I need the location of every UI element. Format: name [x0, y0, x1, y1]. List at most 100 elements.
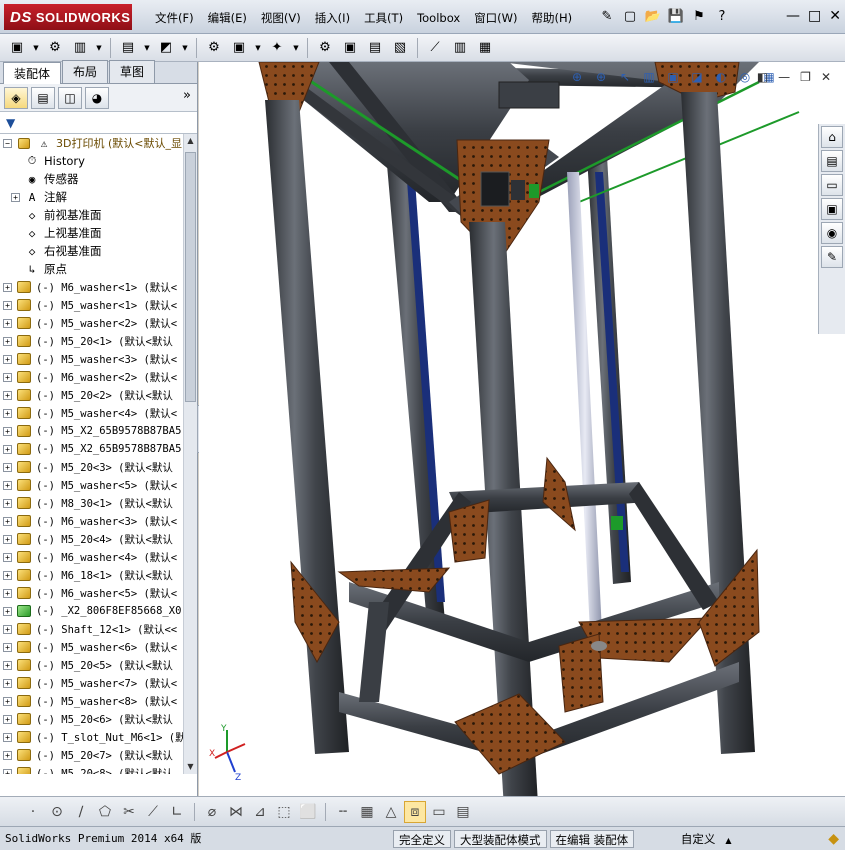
- tree-item-component[interactable]: + (-) M5_20<7> (默认<默认: [0, 746, 183, 764]
- open-icon[interactable]: 📂: [644, 7, 662, 25]
- panel-tab-2[interactable]: 草图: [109, 60, 156, 83]
- insert-component-icon[interactable]: ▣: [6, 37, 28, 59]
- minimize-icon[interactable]: —: [786, 8, 800, 24]
- scroll-up-icon[interactable]: ▲: [184, 134, 197, 148]
- scroll-down-icon[interactable]: ▼: [184, 760, 197, 774]
- expand-icon[interactable]: +: [3, 606, 12, 616]
- window-icon[interactable]: ▭: [428, 801, 450, 823]
- doc-minimize-icon[interactable]: —: [778, 70, 790, 84]
- tree-item-component[interactable]: + (-) M6_washer<2> (默认<: [0, 368, 183, 386]
- dropdown-icon[interactable]: ▼: [94, 37, 104, 59]
- move-component-icon[interactable]: ◩: [155, 37, 177, 59]
- explode-line-icon[interactable]: ▧: [389, 37, 411, 59]
- home-icon[interactable]: ⌂: [821, 126, 843, 148]
- line-icon[interactable]: ∕: [70, 801, 92, 823]
- menu-item-4[interactable]: 工具(T): [357, 9, 410, 27]
- tree-item-component[interactable]: + (-) M5_washer<1> (默认<: [0, 296, 183, 314]
- tree-item-component[interactable]: + (-) M5_X2_65B9578B87BA5: [0, 422, 183, 440]
- graphics-viewport[interactable]: ⊕ ⊕ ↖ ▥ ▣ ◪ ◐ ◎ ▦ ◧ — ❐ ✕ ⌂ ▤ ▭ ▣ ◉ ✎ Y X Z: [199, 62, 845, 796]
- dropdown-icon[interactable]: ▼: [142, 37, 152, 59]
- tree-item-feature[interactable]: ⏱ History: [0, 152, 183, 170]
- grid-icon[interactable]: ▦: [356, 801, 378, 823]
- circle-icon[interactable]: ⊙: [46, 801, 68, 823]
- rebuild-traffic-light-icon[interactable]: ⚑: [690, 7, 708, 25]
- expand-icon[interactable]: +: [3, 390, 12, 400]
- expand-icon[interactable]: +: [3, 498, 12, 508]
- tree-item-component[interactable]: + (-) M8_30<1> (默认<默认: [0, 494, 183, 512]
- expand-icon[interactable]: +: [3, 300, 12, 310]
- expand-icon[interactable]: +: [3, 462, 12, 472]
- mirror-icon[interactable]: ⋈: [225, 801, 247, 823]
- pin-icon[interactable]: ✎: [598, 7, 616, 25]
- status-large-assembly-mode[interactable]: 大型装配体模式: [454, 829, 547, 848]
- tree-item-component[interactable]: + (-) M6_18<1> (默认<默认: [0, 566, 183, 584]
- dropdown-icon[interactable]: ▼: [291, 37, 301, 59]
- tree-item-component[interactable]: + (-) M5_washer<2> (默认<: [0, 314, 183, 332]
- propertymanager-icon[interactable]: ▤: [31, 86, 55, 109]
- tree-item-component[interactable]: + (-) M5_20<3> (默认<默认: [0, 458, 183, 476]
- dropdown-icon[interactable]: ▼: [31, 37, 41, 59]
- tree-item-component[interactable]: + (-) M5_20<6> (默认<默认: [0, 710, 183, 728]
- split-view-icon[interactable]: ◧: [757, 70, 768, 84]
- rectangle-dashed-icon[interactable]: ⬜: [297, 801, 319, 823]
- tree-item-component[interactable]: + (-) M6_washer<1> (默认<: [0, 278, 183, 296]
- file-explorer-icon[interactable]: ▣: [821, 198, 843, 220]
- tree-item-component[interactable]: + (-) M5_X2_65B9578B87BA5: [0, 440, 183, 458]
- line-slash-icon[interactable]: ⟋: [142, 801, 164, 823]
- displaymanager-icon[interactable]: ◕: [85, 86, 109, 109]
- tree-item-component[interactable]: + (-) M5_washer<7> (默认<: [0, 674, 183, 692]
- tree-item-feature[interactable]: ◇ 右视基准面: [0, 242, 183, 260]
- maximize-icon[interactable]: □: [808, 8, 821, 24]
- solidworks-logo[interactable]: DS SOLIDWORKS: [4, 4, 132, 30]
- dropdown-icon[interactable]: ▼: [180, 37, 190, 59]
- triangle-icon[interactable]: △: [380, 801, 402, 823]
- configurationmanager-icon[interactable]: ◫: [58, 86, 82, 109]
- close-icon[interactable]: ✕: [829, 8, 841, 24]
- expand-icon[interactable]: +: [3, 750, 12, 760]
- quick-tips-icon[interactable]: ◆: [828, 831, 839, 847]
- expand-icon[interactable]: +: [3, 444, 12, 454]
- tree-item-component[interactable]: + (-) M5_washer<3> (默认<: [0, 350, 183, 368]
- tree-item-component[interactable]: + (-) M5_20<5> (默认<默认: [0, 656, 183, 674]
- tree-item-component[interactable]: + (-) M6_washer<4> (默认<: [0, 548, 183, 566]
- tile-icon[interactable]: ▤: [452, 801, 474, 823]
- tree-item-component[interactable]: + (-) M5_washer<4> (默认<: [0, 404, 183, 422]
- menu-item-2[interactable]: 视图(V): [254, 9, 308, 27]
- tree-item-component[interactable]: + (-) M6_washer<3> (默认<: [0, 512, 183, 530]
- expand-icon[interactable]: +: [3, 696, 12, 706]
- centerline-icon[interactable]: ╌: [332, 801, 354, 823]
- dropdown-icon[interactable]: ▼: [253, 37, 263, 59]
- expand-icon[interactable]: +: [3, 714, 12, 724]
- menu-item-6[interactable]: 窗口(W): [467, 9, 524, 27]
- collapse-icon[interactable]: −: [3, 138, 12, 148]
- save-icon[interactable]: 💾: [667, 7, 685, 25]
- expand-icon[interactable]: +: [3, 354, 12, 364]
- tree-item-feature[interactable]: ↳ 原点: [0, 260, 183, 278]
- tree-item-component[interactable]: + (-) M5_20<1> (默认<默认: [0, 332, 183, 350]
- tree-scrollbar[interactable]: ▲ ▼: [183, 134, 197, 774]
- tree-item-component[interactable]: + (-) M5_20<4> (默认<默认: [0, 530, 183, 548]
- tree-item-component[interactable]: + (-) M6_washer<5> (默认<: [0, 584, 183, 602]
- tree-item-feature[interactable]: ◇ 上视基准面: [0, 224, 183, 242]
- expand-icon[interactable]: +: [3, 570, 12, 580]
- expand-icon[interactable]: +: [3, 678, 12, 688]
- smart-dimension-icon[interactable]: ⌀: [201, 801, 223, 823]
- expand-icon[interactable]: +: [3, 282, 12, 292]
- expand-icon[interactable]: +: [3, 480, 12, 490]
- panel-tab-1[interactable]: 布局: [62, 60, 109, 83]
- menu-item-7[interactable]: 帮助(H): [525, 9, 580, 27]
- expand-icon[interactable]: +: [3, 552, 12, 562]
- menu-item-0[interactable]: 文件(F): [148, 9, 201, 27]
- tree-root-assembly[interactable]: − ⚠ 3D打印机 (默认<默认_显: [0, 134, 183, 152]
- tree-item-component[interactable]: + (-) M5_20<2> (默认<默认: [0, 386, 183, 404]
- hide-show-icon[interactable]: ◐: [711, 67, 731, 87]
- expand-icon[interactable]: +: [3, 768, 12, 774]
- zoom-to-fit-icon[interactable]: ⊕: [567, 67, 587, 87]
- reference-geometry-icon[interactable]: ✦: [266, 37, 288, 59]
- tree-item-component[interactable]: + (-) M5_20<8> (默认<默认: [0, 764, 183, 774]
- expand-icon[interactable]: +: [3, 516, 12, 526]
- expand-icon[interactable]: +: [3, 624, 12, 634]
- appearances-icon[interactable]: ◉: [821, 222, 843, 244]
- tree-item-component[interactable]: + (-) M5_washer<6> (默认<: [0, 638, 183, 656]
- menu-item-3[interactable]: 插入(I): [308, 9, 357, 27]
